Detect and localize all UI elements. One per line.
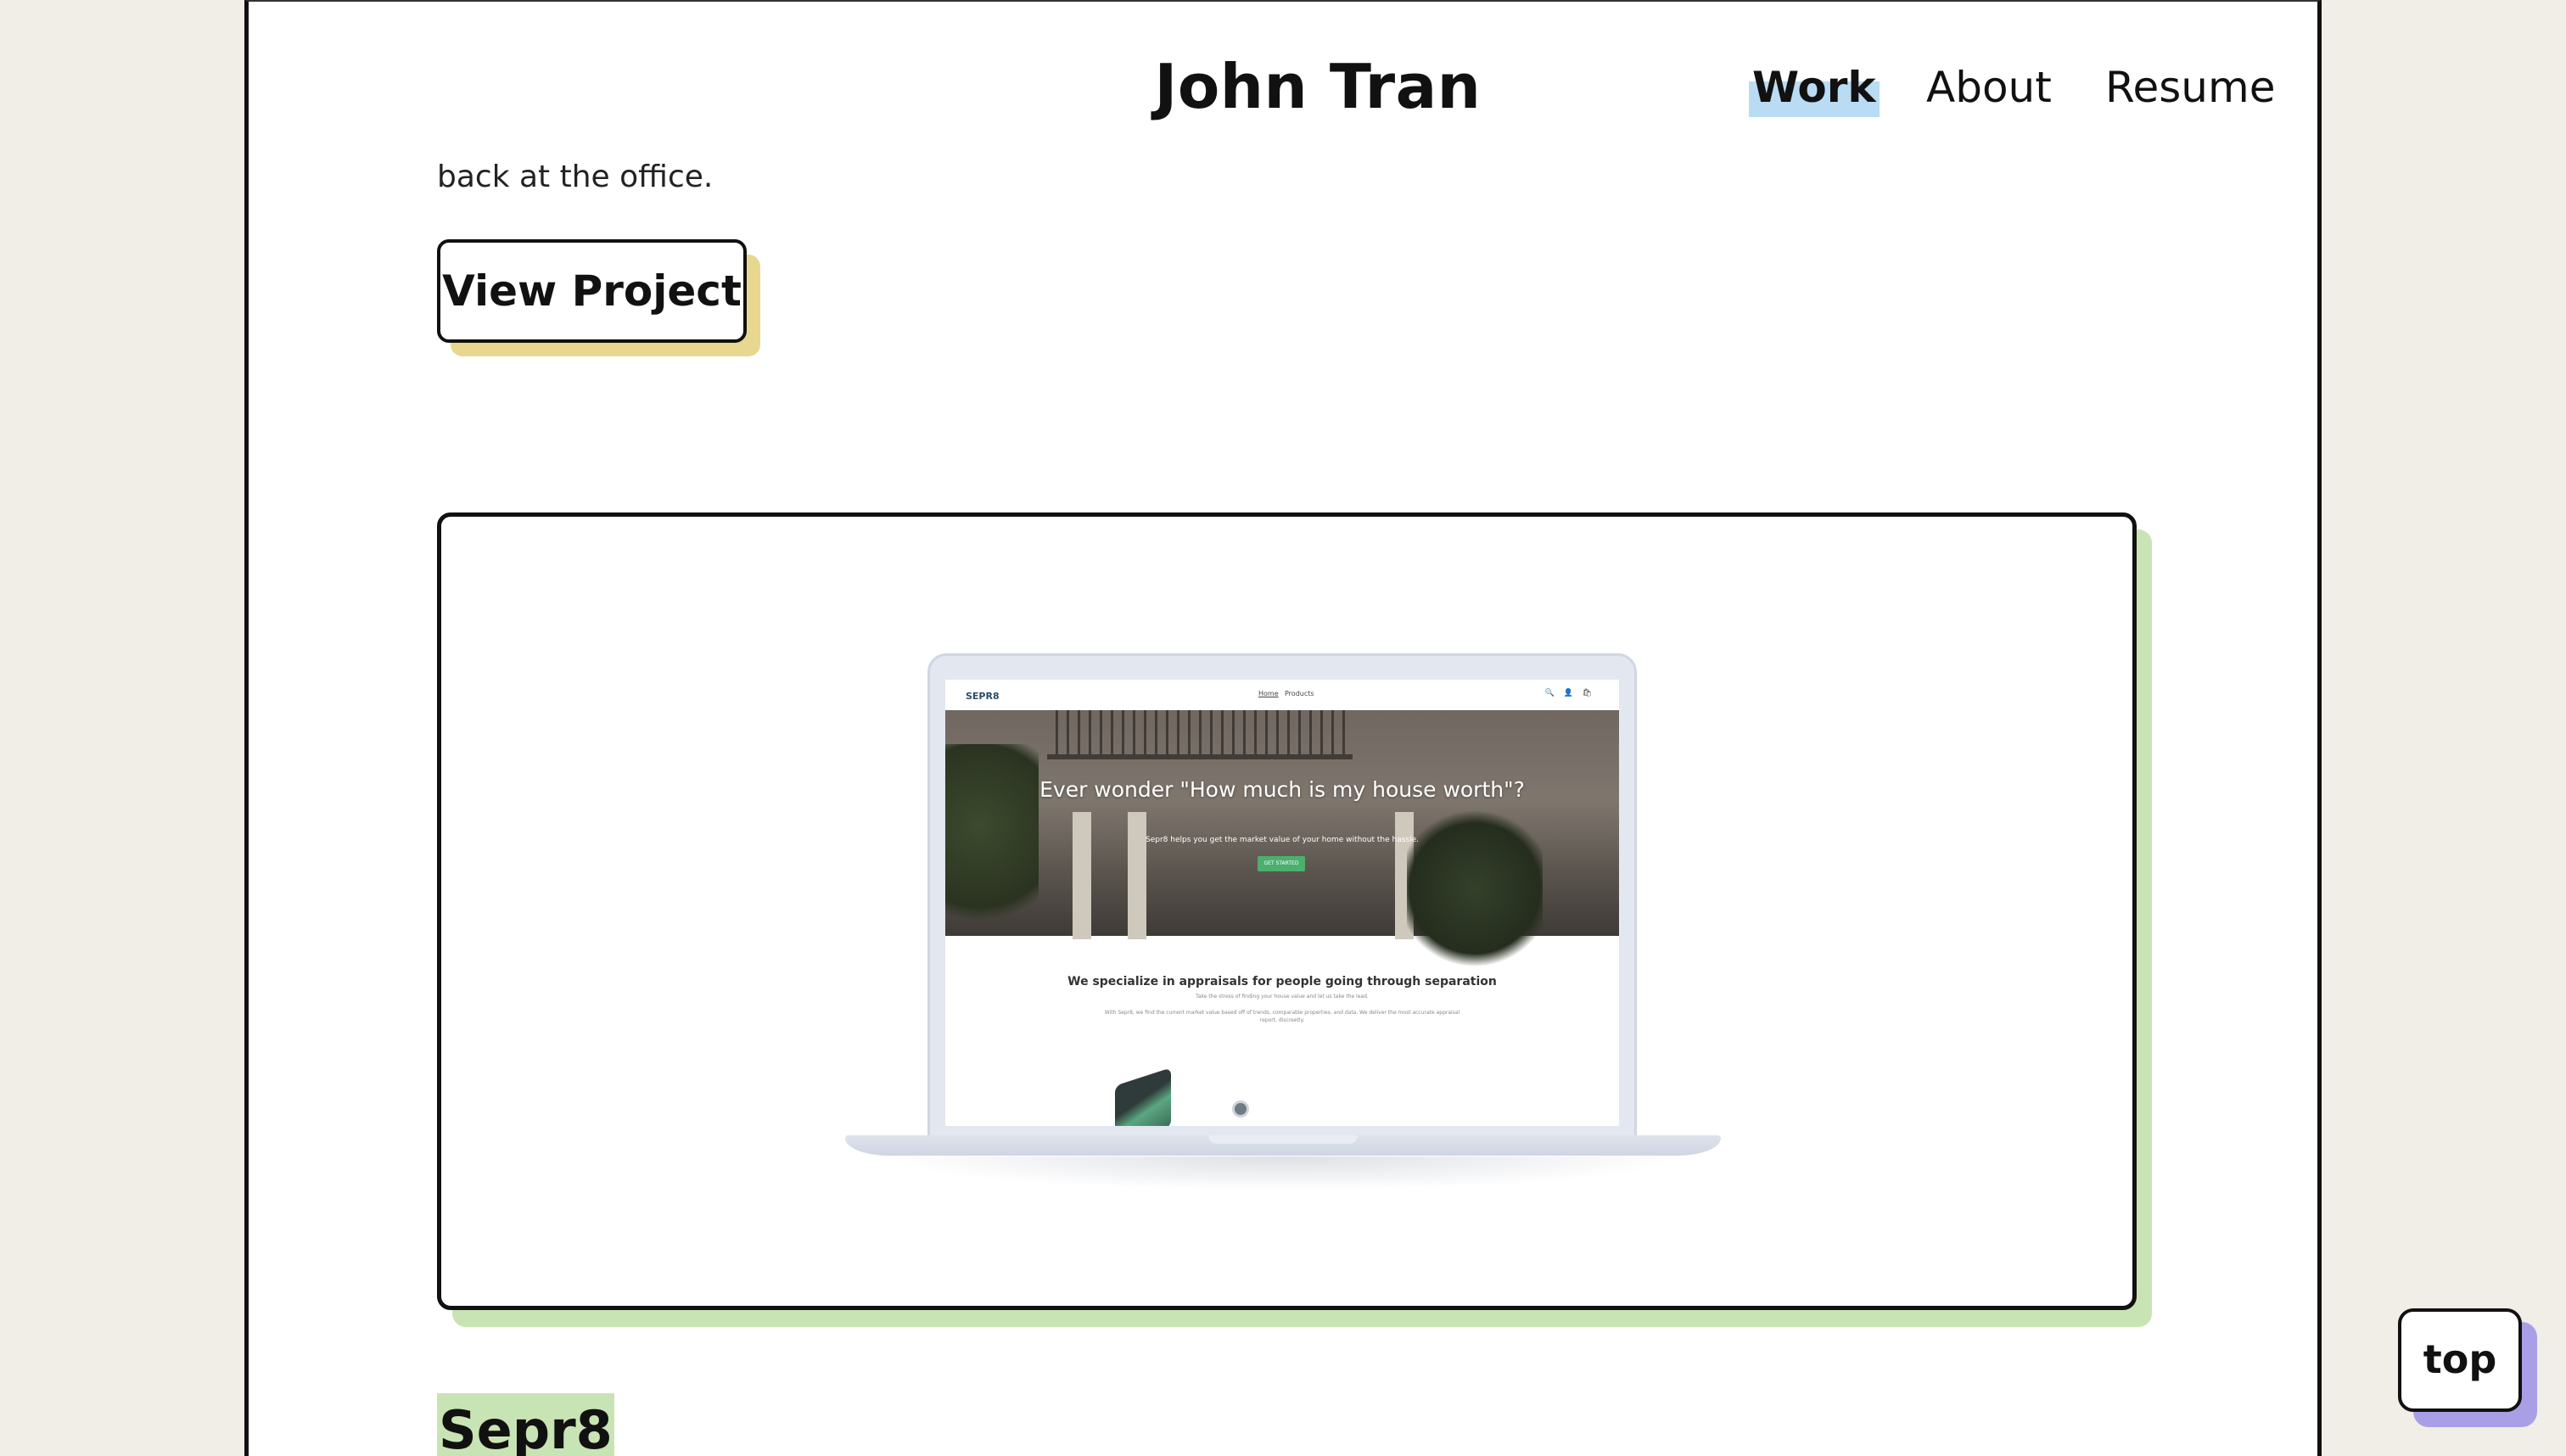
nav-work-label: Work xyxy=(1752,63,1876,112)
mockup-content-text: Take the stress of finding your house va… xyxy=(1196,994,1369,1000)
nav-work-link[interactable]: Work xyxy=(1749,63,1880,117)
previous-project-description: back at the office. xyxy=(437,160,714,194)
mockup-balcony xyxy=(1047,710,1353,759)
mockup-content-text-2: With Sepr8, we find the current market v… xyxy=(1104,1010,1460,1023)
mockup-tree-right xyxy=(1407,804,1543,973)
mockup-site-header: SEPR8 Home Products 🔍 👤 🛍 xyxy=(945,680,1619,710)
mockup-header-icons: 🔍 👤 🛍 xyxy=(1544,689,1595,697)
mockup-phone-illustration xyxy=(1115,1067,1171,1126)
mockup-nav-products: Products xyxy=(1285,690,1314,697)
laptop-shadow xyxy=(882,1156,1684,1190)
mockup-column xyxy=(1073,812,1091,939)
laptop-base xyxy=(845,1135,1721,1156)
laptop-screen: SEPR8 Home Products 🔍 👤 🛍 Ever wonder "H… xyxy=(945,680,1619,1126)
nav-resume-link[interactable]: Resume xyxy=(2105,63,2275,112)
mockup-content-title: We specialize in appraisals for people g… xyxy=(1067,975,1497,988)
view-project-button[interactable]: View Project xyxy=(437,239,747,343)
page-container: John Tran Work About Resume back at the … xyxy=(244,0,2322,1456)
site-name[interactable]: John Tran xyxy=(1148,51,1487,122)
laptop-notch xyxy=(1208,1135,1358,1144)
mockup-hero-title: Ever wonder "How much is my house worth"… xyxy=(1039,777,1525,802)
mockup-logo: SEPR8 xyxy=(966,691,1000,702)
laptop-mockup: SEPR8 Home Products 🔍 👤 🛍 Ever wonder "H… xyxy=(927,653,1637,1139)
mockup-avatar xyxy=(1232,1100,1249,1117)
mockup-column xyxy=(1128,812,1146,939)
project-title: Sepr8 xyxy=(437,1393,614,1456)
mockup-hero-image: Ever wonder "How much is my house worth"… xyxy=(945,710,1619,973)
scroll-top-button[interactable]: top xyxy=(2398,1308,2522,1412)
mockup-hero-subtitle: Sepr8 helps you get the market value of … xyxy=(1146,836,1419,844)
mockup-nav-home: Home xyxy=(1258,690,1279,697)
project-card[interactable]: SEPR8 Home Products 🔍 👤 🛍 Ever wonder "H… xyxy=(437,512,2137,1310)
mockup-hero-cta: GET STARTED xyxy=(1258,856,1305,871)
mockup-tree-left xyxy=(945,744,1039,948)
nav-about-link[interactable]: About xyxy=(1926,63,2052,112)
